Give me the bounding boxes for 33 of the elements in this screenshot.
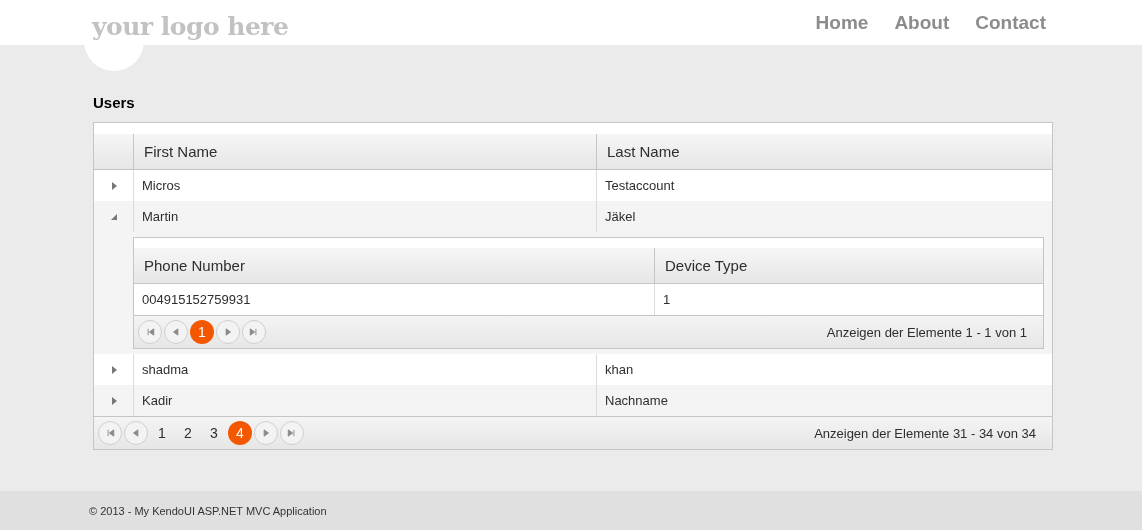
previous-page-button[interactable] [124,421,148,445]
triangle-right-icon [110,365,117,374]
column-header[interactable]: Phone Number [134,248,654,283]
left-arrow-icon [171,327,181,337]
column-header[interactable]: Last Name [596,134,1052,169]
pager-info: Anzeigen der Elemente 31 - 34 von 34 [814,425,1036,441]
triangle-right-icon [110,181,117,190]
table-cell-text: 004915152759931 [141,291,252,309]
previous-page-button[interactable] [164,320,188,344]
column-header[interactable]: Device Type [654,248,1043,283]
right-arrow-icon [223,327,233,337]
page-number[interactable]: 2 [176,421,200,445]
last-page-button[interactable] [280,421,304,445]
left-arrow-icon [131,428,141,438]
page-title: Users [93,94,135,111]
last-page-button[interactable] [242,320,266,344]
logo: your logo here [92,12,289,43]
first-page-button[interactable] [138,320,162,344]
right-arrow-icon [261,428,271,438]
pager-info: Anzeigen der Elemente 1 - 1 von 1 [826,324,1027,340]
right-arrow-icon [287,428,297,438]
page-number[interactable]: 1 [150,421,174,445]
triangle-right-icon [110,396,117,405]
left-arrow-icon [145,327,155,337]
next-page-button[interactable] [216,320,240,344]
footer-text: © 2013 - My KendoUI ASP.NET MVC Application [89,504,327,517]
triangle-down-icon [110,212,117,221]
left-arrow-icon [105,428,115,438]
first-page-button[interactable] [98,421,122,445]
right-arrow-icon [249,327,259,337]
column-header[interactable]: First Name [133,134,596,169]
page-number[interactable]: 3 [202,421,226,445]
next-page-button[interactable] [254,421,278,445]
